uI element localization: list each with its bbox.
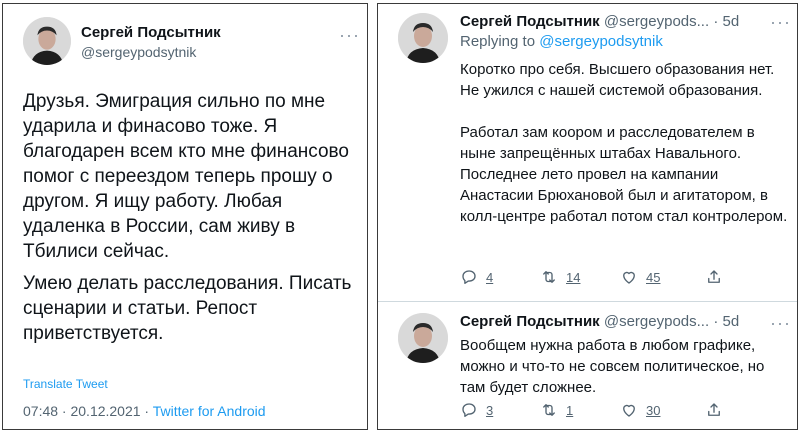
reply-time[interactable]: · 5d — [713, 13, 739, 30]
share-icon — [708, 270, 720, 283]
avatar[interactable] — [398, 13, 448, 63]
more-options-icon[interactable]: ··· — [770, 13, 791, 31]
like-count: 45 — [646, 269, 661, 285]
retweet-button[interactable]: 14 — [540, 268, 580, 286]
avatar-image — [398, 313, 448, 363]
tweet-paragraph: Друзья. Эмиграция сильно по мне ударила … — [23, 91, 349, 262]
reply-text: Вообщем нужна работа в любом графике, мо… — [460, 337, 765, 396]
reply-icon — [462, 270, 476, 284]
tweet-paragraph: Умею делать расследования. Писать сценар… — [23, 273, 352, 344]
like-icon — [623, 404, 635, 417]
avatar[interactable] — [23, 17, 71, 65]
tweet-text: Друзья. Эмиграция сильно по мне ударила … — [23, 89, 363, 353]
replying-to: Replying to @sergeypodsytnik — [460, 33, 663, 50]
reply-time[interactable]: · 5d — [713, 313, 739, 330]
reply-text: Коротко про себя. Высшего образования не… — [460, 59, 790, 248]
more-options-icon[interactable]: ··· — [770, 314, 791, 332]
avatar-image — [23, 17, 71, 65]
reply-button[interactable]: 3 — [460, 401, 493, 419]
retweet-icon — [543, 271, 555, 283]
tweet-actions: 4 14 45 — [460, 268, 730, 290]
reply-thread-card: Сергей Подсытник @sergeypods... · 5d ···… — [377, 3, 798, 430]
share-icon — [708, 403, 720, 416]
replying-to-label: Replying to — [460, 33, 540, 50]
like-button[interactable]: 45 — [620, 268, 660, 286]
tweet-actions: 3 1 30 — [460, 401, 730, 423]
like-count: 30 — [646, 402, 661, 418]
author-handle[interactable]: @sergeypodsytnik — [81, 44, 196, 60]
like-icon — [623, 271, 635, 284]
author-name[interactable]: Сергей Подсытник — [81, 24, 221, 41]
author-handle[interactable]: @sergeypods... — [604, 313, 709, 330]
translate-tweet-link[interactable]: Translate Tweet — [23, 377, 108, 391]
share-button[interactable] — [705, 401, 723, 419]
replying-to-handle[interactable]: @sergeypodsytnik — [539, 33, 663, 50]
reply-count: 4 — [486, 269, 494, 285]
left-tweet-card: Сергей Подсытник @sergeypodsytnik ··· Др… — [2, 3, 368, 430]
reply-button[interactable]: 4 — [460, 268, 493, 286]
retweet-count: 1 — [566, 402, 574, 418]
reply-header: Сергей Подсытник @sergeypods... · 5d — [460, 313, 739, 330]
reply-icon — [462, 403, 476, 417]
reply-count: 3 — [486, 402, 494, 418]
share-button[interactable] — [705, 268, 723, 286]
author-name[interactable]: Сергей Подсытник — [460, 313, 600, 330]
retweet-button[interactable]: 1 — [540, 401, 573, 419]
author-name[interactable]: Сергей Подсытник — [460, 13, 600, 30]
reply-paragraph: Работал зам коором и расследователем в н… — [460, 124, 788, 225]
retweet-icon — [543, 404, 555, 416]
tweet-timestamp[interactable]: 07:48 · 20.12.2021 · — [23, 403, 153, 419]
thread-divider — [378, 301, 797, 302]
reply-paragraph: Коротко про себя. Высшего образования не… — [460, 61, 775, 99]
avatar[interactable] — [398, 313, 448, 363]
more-options-icon[interactable]: ··· — [339, 26, 360, 44]
reply-header: Сергей Подсытник @sergeypods... · 5d — [460, 13, 739, 30]
like-button[interactable]: 30 — [620, 401, 660, 419]
avatar-image — [398, 13, 448, 63]
retweet-count: 14 — [566, 269, 581, 285]
author-handle[interactable]: @sergeypods... — [604, 13, 709, 30]
tweet-metadata: 07:48 · 20.12.2021 · Twitter for Android — [23, 403, 266, 419]
tweet-source-link[interactable]: Twitter for Android — [153, 403, 266, 419]
